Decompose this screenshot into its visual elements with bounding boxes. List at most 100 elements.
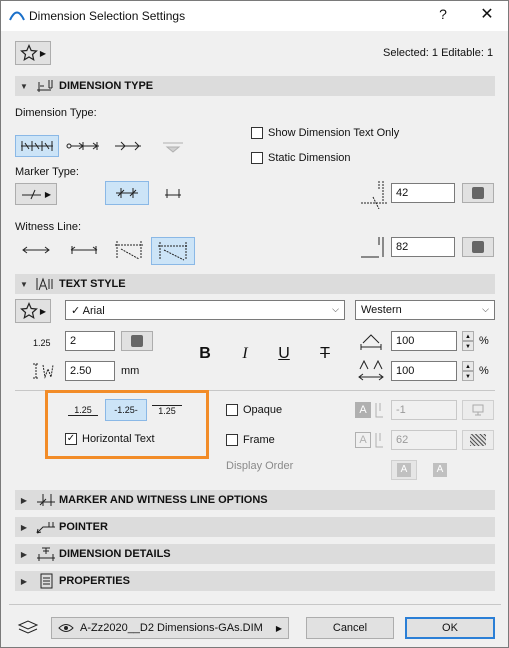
underline-button[interactable]: U xyxy=(274,345,294,363)
checkbox-box[interactable] xyxy=(226,434,238,446)
check-icon: ✓ xyxy=(71,305,81,317)
bold-button[interactable]: B xyxy=(195,345,215,363)
fill-letter-icon: A xyxy=(355,402,371,418)
favorites-button[interactable]: ▶ xyxy=(15,41,51,65)
section-properties[interactable]: ▶ PROPERTIES xyxy=(15,571,495,591)
checkbox-label: Show Dimension Text Only xyxy=(268,127,400,139)
level-dimension-icon xyxy=(163,142,183,153)
stepper-up-icon[interactable]: ▲ xyxy=(462,361,474,371)
ok-button[interactable]: OK xyxy=(405,617,495,639)
marker-type-tick-option[interactable] xyxy=(105,181,149,205)
stepper-up-icon[interactable]: ▲ xyxy=(462,331,474,341)
window-title: Dimension Selection Settings xyxy=(29,9,186,23)
display-order-label: Display Order xyxy=(226,460,294,472)
section-dimension-type[interactable]: ▼ DIMENSION TYPE xyxy=(15,76,495,96)
marker-witness-icon xyxy=(33,492,59,508)
frame-pattern-toggle xyxy=(462,430,494,450)
checkbox-box[interactable]: ✓ xyxy=(65,433,77,445)
char-spacing-stepper[interactable]: ▲ ▼ xyxy=(462,361,474,381)
close-button[interactable]: ✕ xyxy=(477,4,497,24)
witness-short-icon xyxy=(70,246,98,254)
marker-size-input[interactable]: 42 xyxy=(391,183,455,203)
strikethrough-button[interactable]: T xyxy=(315,345,335,363)
checkbox-box[interactable] xyxy=(251,127,263,139)
help-button[interactable]: ? xyxy=(433,6,453,22)
witness-line-long-option[interactable] xyxy=(111,237,147,263)
witness-length-icon xyxy=(361,237,384,258)
show-dimension-text-only-checkbox[interactable]: Show Dimension Text Only xyxy=(251,127,399,139)
checkbox-box[interactable] xyxy=(226,404,238,416)
italic-button[interactable]: I xyxy=(235,345,255,363)
font-name: Arial xyxy=(82,305,105,317)
text-favorites-button[interactable]: ▶ xyxy=(15,299,51,323)
marker-type-end-option[interactable] xyxy=(159,181,187,205)
horizontal-text-checkbox[interactable]: ✓ Horizontal Text xyxy=(65,433,155,445)
static-dimension-checkbox[interactable]: Static Dimension xyxy=(251,152,351,164)
expand-triangle-icon: ▶ xyxy=(20,522,28,532)
section-label: DIMENSION DETAILS xyxy=(59,548,171,560)
stepper-down-icon[interactable]: ▼ xyxy=(462,341,474,351)
opaque-checkbox[interactable]: Opaque xyxy=(226,404,282,416)
section-text-style[interactable]: ▼ TEXT STYLE xyxy=(15,274,495,294)
text-size-input[interactable]: 2 xyxy=(65,331,115,351)
chevron-down-icon: ⌵ xyxy=(332,304,339,314)
pen-icon xyxy=(375,433,383,448)
send-backward-button: A xyxy=(425,460,455,480)
dimension-type-linear-option[interactable] xyxy=(15,135,59,157)
witness-length-input[interactable]: 82 xyxy=(391,237,455,257)
spacing-unit: mm xyxy=(121,365,140,377)
section-pointer[interactable]: ▶ POINTER xyxy=(15,517,495,537)
dropdown-arrow-icon: ▶ xyxy=(39,306,47,316)
percent-sign: % xyxy=(479,365,489,377)
section-marker-witness[interactable]: ▶ MARKER AND WITNESS LINE OPTIONS xyxy=(15,490,495,510)
dropdown-arrow-icon: ▶ xyxy=(39,48,47,58)
chevron-down-icon: ⌵ xyxy=(482,304,489,314)
dimension-type-disabled-option xyxy=(157,135,189,157)
selection-info: Selected: 1 Editable: 1 xyxy=(383,47,494,59)
pen-swatch xyxy=(472,241,484,253)
end-marker-icon xyxy=(165,189,181,198)
line-spacing-input[interactable]: 2.50 xyxy=(65,361,115,381)
width-factor-stepper[interactable]: ▲ ▼ xyxy=(462,331,474,351)
width-factor-icon xyxy=(360,334,382,350)
arrow-dimension-icon xyxy=(115,141,141,151)
eye-icon xyxy=(58,624,74,632)
text-position-below-option[interactable]: 1.25 xyxy=(149,399,185,421)
char-spacing-input[interactable]: 100 xyxy=(391,361,457,381)
text-pen-toggle[interactable] xyxy=(121,331,153,351)
dimension-type-cumulative-option[interactable] xyxy=(63,135,103,157)
marker-pen-toggle[interactable] xyxy=(462,183,494,203)
dimension-type-label: Dimension Type: xyxy=(15,107,97,119)
section-dimension-details[interactable]: ▶ DIMENSION DETAILS xyxy=(15,544,495,564)
witness-line-label: Witness Line: xyxy=(15,221,82,233)
font-select[interactable]: ✓ Arial ⌵ xyxy=(65,300,345,320)
marker-type-dropdown[interactable]: ▶ xyxy=(15,183,57,205)
checkbox-label: Static Dimension xyxy=(268,152,351,164)
width-factor-input[interactable]: 100 xyxy=(391,331,457,351)
dimension-type-arrow-option[interactable] xyxy=(111,135,145,157)
expand-triangle-icon: ▶ xyxy=(20,576,28,586)
cumulative-dimension-icon xyxy=(66,142,99,150)
text-position-center-option[interactable]: -1.25- xyxy=(105,399,147,421)
expand-triangle-icon: ▶ xyxy=(20,549,28,559)
collapse-triangle-icon: ▼ xyxy=(20,279,28,289)
cancel-button[interactable]: Cancel xyxy=(306,617,394,639)
witness-line-none-option[interactable] xyxy=(19,239,53,261)
stepper-down-icon[interactable]: ▼ xyxy=(462,371,474,381)
text-position-above-option[interactable]: 1.25 xyxy=(63,399,103,421)
pattern-swatch xyxy=(470,434,486,446)
witness-none-icon xyxy=(22,246,50,254)
layer-select[interactable]: A-Zz2020__D2 Dimensions-GAs.DIM ▶ xyxy=(51,617,289,639)
dimension-details-icon xyxy=(33,546,59,562)
script-select[interactable]: Western ⌵ xyxy=(355,300,495,320)
witness-line-full-option[interactable] xyxy=(151,237,195,265)
layer-name: A-Zz2020__D2 Dimensions-GAs.DIM xyxy=(80,622,263,634)
properties-icon xyxy=(33,573,59,589)
pen-swatch xyxy=(472,187,484,199)
frame-checkbox[interactable]: Frame xyxy=(226,434,275,446)
witness-line-short-option[interactable] xyxy=(67,239,101,261)
witness-pen-toggle[interactable] xyxy=(462,237,494,257)
dropdown-arrow-icon: ▶ xyxy=(44,189,52,199)
bring-forward-button: A xyxy=(391,460,417,480)
checkbox-box[interactable] xyxy=(251,152,263,164)
